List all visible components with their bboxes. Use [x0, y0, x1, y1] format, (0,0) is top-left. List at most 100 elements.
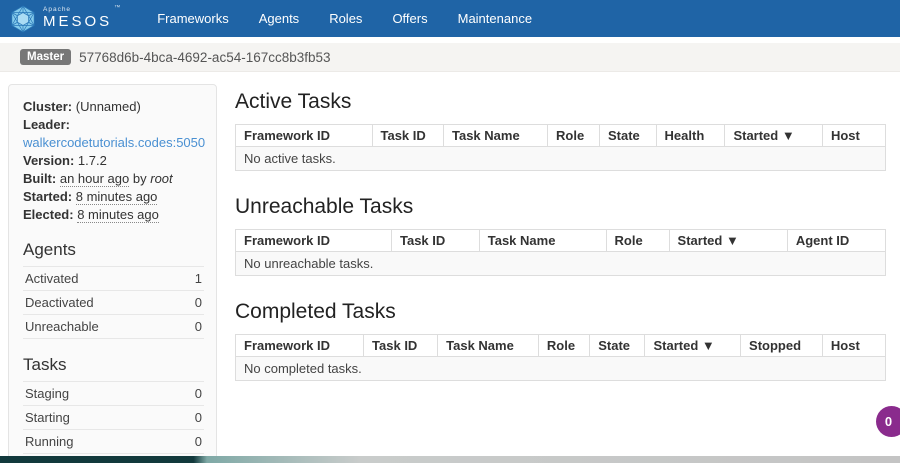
video-progress-bar[interactable] [0, 456, 900, 463]
col-agent-id[interactable]: Agent ID [786, 229, 887, 252]
stat-value: 0 [194, 386, 202, 401]
nav-item-maintenance[interactable]: Maintenance [443, 11, 547, 26]
built-line: Built: an hour ago by root [23, 170, 204, 188]
built-user: root [150, 171, 173, 186]
leader-link-line: walkercodetutorials.codes:5050 [23, 134, 205, 152]
agents-unreachable-row: Unreachable 0 [23, 314, 204, 339]
col-started-sorted[interactable]: Started ▼ [644, 334, 742, 357]
stat-label: Deactivated [25, 295, 94, 310]
navbar-menu: Frameworks Agents Roles Offers Maintenan… [142, 11, 547, 26]
elected-value: 8 minutes ago [77, 207, 159, 223]
completed-tasks-section: Completed Tasks Framework ID Task ID Tas… [234, 300, 887, 381]
master-bar: Master 57768d6b-4bca-4692-ac54-167cc8b3f… [0, 43, 900, 72]
col-stopped[interactable]: Stopped [740, 334, 823, 357]
nav-item-frameworks[interactable]: Frameworks [142, 11, 244, 26]
agents-stat-list: Activated 1 Deactivated 0 Unreachable 0 [23, 266, 204, 339]
elected-line: Elected: 8 minutes ago [23, 206, 204, 224]
col-framework-id[interactable]: Framework ID [235, 229, 392, 252]
leader-label: Leader: [23, 117, 70, 132]
started-value: 8 minutes ago [75, 189, 158, 205]
stat-label: Staging [25, 386, 70, 401]
col-task-name[interactable]: Task Name [437, 334, 539, 357]
no-active-tasks-message: No active tasks. [235, 146, 886, 171]
col-task-id[interactable]: Task ID [371, 124, 444, 147]
agents-activated-row: Activated 1 [23, 266, 204, 290]
empty-row: No completed tasks. [235, 356, 886, 381]
col-started-sorted[interactable]: Started ▼ [724, 124, 823, 147]
tasks-staging-row: Staging 0 [23, 381, 204, 405]
stat-label: Starting [25, 410, 70, 425]
built-by: by [132, 171, 147, 186]
empty-row: No active tasks. [235, 146, 886, 171]
version-line: Version: 1.7.2 [23, 152, 204, 170]
built-value: an hour ago [59, 171, 130, 187]
nav-item-roles[interactable]: Roles [314, 11, 377, 26]
col-task-id[interactable]: Task ID [363, 334, 439, 357]
nav-item-offers[interactable]: Offers [377, 11, 442, 26]
tasks-running-row: Running 0 [23, 429, 204, 453]
col-task-id[interactable]: Task ID [391, 229, 480, 252]
agents-section-title: Agents [23, 240, 76, 259]
tasks-stat-list: Staging0 Starting0 Running0 Unreachable0… [23, 381, 204, 463]
table-header-row: Framework ID Task ID Task Name Role Stat… [235, 124, 887, 147]
stat-value: 0 [194, 319, 202, 334]
brand-mesos-label: MESOS [43, 13, 113, 31]
cluster-value: (Unnamed) [75, 99, 141, 114]
active-tasks-title: Active Tasks [235, 90, 352, 113]
col-host[interactable]: Host [821, 334, 887, 357]
active-tasks-section: Active Tasks Framework ID Task ID Task N… [235, 90, 887, 171]
col-host[interactable]: Host [821, 124, 887, 147]
table-header-row: Framework ID Task ID Task Name Role Stat… [234, 334, 887, 357]
mesos-brand[interactable]: Apache MESOS ™ [10, 5, 120, 33]
cluster-info: Cluster: (Unnamed) Leader: walkercodetut… [23, 98, 205, 224]
main-content: Active Tasks Framework ID Task ID Task N… [234, 82, 888, 405]
col-role[interactable]: Role [547, 124, 600, 147]
chat-widget-button[interactable]: 0 [876, 406, 900, 437]
unreachable-tasks-title: Unreachable Tasks [235, 195, 414, 218]
stat-value: 0 [194, 410, 202, 425]
col-role[interactable]: Role [537, 334, 591, 357]
master-badge: Master [20, 49, 72, 65]
active-tasks-table: Framework ID Task ID Task Name Role Stat… [235, 124, 887, 171]
stat-label: Activated [25, 271, 79, 286]
brand-trademark: ™ [114, 4, 121, 11]
built-label: Built: [23, 171, 57, 186]
col-state[interactable]: State [599, 124, 657, 147]
unreachable-tasks-table: Framework ID Task ID Task Name Role Star… [235, 229, 887, 276]
agents-deactivated-row: Deactivated 0 [23, 290, 204, 314]
mesos-logo-icon [10, 5, 43, 33]
version-value: 1.7.2 [77, 153, 107, 168]
chat-widget-count: 0 [884, 414, 893, 429]
leader-link[interactable]: walkercodetutorials.codes:5050 [23, 135, 205, 150]
sidebar-panel: Cluster: (Unnamed) Leader: walkercodetut… [8, 84, 217, 463]
col-framework-id[interactable]: Framework ID [235, 124, 373, 147]
tasks-section-title: Tasks [23, 355, 67, 374]
tasks-starting-row: Starting 0 [23, 405, 204, 429]
stat-label: Unreachable [25, 319, 99, 334]
no-unreachable-tasks-message: No unreachable tasks. [235, 251, 886, 276]
no-completed-tasks-message: No completed tasks. [235, 356, 886, 381]
version-label: Version: [23, 153, 75, 168]
stat-value: 1 [194, 271, 202, 286]
unreachable-tasks-section: Unreachable Tasks Framework ID Task ID T… [235, 195, 887, 276]
col-role[interactable]: Role [605, 229, 670, 252]
col-started-sorted[interactable]: Started ▼ [668, 229, 788, 252]
table-header-row: Framework ID Task ID Task Name Role Star… [235, 229, 887, 252]
brand-text: Apache MESOS ™ [43, 4, 121, 31]
stat-label: Running [25, 434, 74, 449]
col-task-name[interactable]: Task Name [443, 124, 548, 147]
cluster-line: Cluster: (Unnamed) [23, 98, 204, 116]
completed-tasks-title: Completed Tasks [235, 300, 396, 323]
col-health[interactable]: Health [655, 124, 726, 147]
col-state[interactable]: State [589, 334, 646, 357]
cluster-label: Cluster: [23, 99, 73, 114]
top-navbar: Apache MESOS ™ Frameworks Agents Roles Off… [0, 0, 900, 37]
empty-row: No unreachable tasks. [235, 251, 886, 276]
col-task-name[interactable]: Task Name [478, 229, 607, 252]
brand-apache-label: Apache [43, 5, 72, 13]
nav-item-agents[interactable]: Agents [244, 11, 314, 26]
col-framework-id[interactable]: Framework ID [234, 334, 365, 357]
elected-label: Elected: [23, 207, 74, 222]
stat-value: 0 [194, 434, 202, 449]
master-id: 57768d6b-4bca-4692-ac54-167cc8b3fb53 [79, 49, 331, 65]
